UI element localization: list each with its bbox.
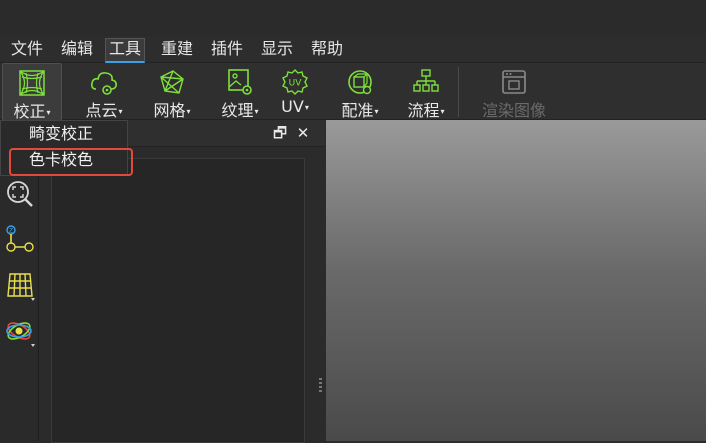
chevron-down-icon: ▾ — [304, 103, 309, 112]
uv-gear-icon: UV — [282, 69, 308, 95]
menu-display[interactable]: 显示 — [258, 38, 296, 60]
workflow-label: 流程 — [407, 101, 440, 120]
svg-text:Z: Z — [9, 228, 13, 235]
splitter-handle[interactable] — [319, 378, 322, 394]
uv-button[interactable]: UV UV▾ — [272, 63, 318, 119]
texture-label: 纹理 — [221, 101, 254, 120]
render-image-icon — [502, 70, 526, 94]
ribbon-toolbar: 校正▾ 点云▾ 网格▾ 纹理▾ UV UV▾ 配准▾ 流程▾ 渲染图像 — [0, 63, 706, 121]
ribbon-separator — [458, 67, 459, 117]
menu-bar: 文件 编辑 工具 重建 插件 显示 帮助 — [0, 36, 706, 63]
cloud-gear-icon — [91, 72, 117, 95]
orbit-icon[interactable] — [4, 316, 36, 348]
chevron-down-icon: ▾ — [374, 107, 379, 116]
texture-button[interactable]: 纹理▾ — [214, 63, 266, 120]
menu-file[interactable]: 文件 — [8, 38, 46, 60]
distortion-grid-icon — [19, 70, 45, 96]
chevron-down-icon: ▾ — [186, 107, 191, 116]
menu-item-distortion-correction[interactable]: 畸变校正 — [29, 122, 93, 146]
menu-help[interactable]: 帮助 — [308, 38, 346, 60]
point-cloud-label: 点云 — [85, 101, 118, 120]
correction-label: 校正 — [13, 102, 46, 121]
mesh-button[interactable]: 网格▾ — [146, 63, 198, 120]
svg-text:UV: UV — [289, 79, 303, 89]
highlight-box — [9, 148, 133, 176]
chevron-down-icon: ▾ — [46, 108, 51, 117]
render-image-label: 渲染图像 — [481, 101, 546, 120]
render-image-button[interactable]: 渲染图像 — [472, 63, 556, 120]
registration-label: 配准 — [341, 101, 374, 120]
restore-icon[interactable]: 🗗 — [271, 124, 289, 142]
panel-content — [51, 158, 305, 443]
zoom-fit-icon[interactable] — [4, 178, 36, 210]
workflow-button[interactable]: 流程▾ — [400, 63, 452, 120]
uv-label: UV — [281, 97, 304, 116]
texture-image-gear-icon — [228, 69, 252, 95]
close-icon[interactable]: ✕ — [294, 124, 312, 142]
registration-icon — [348, 70, 372, 95]
chevron-down-icon: ▾ — [254, 107, 259, 116]
menu-plugins[interactable]: 插件 — [208, 38, 246, 60]
correction-button[interactable]: 校正▾ — [2, 63, 62, 121]
mesh-label: 网格 — [153, 101, 186, 120]
workflow-icon — [413, 69, 439, 92]
title-bar — [0, 0, 706, 36]
menu-edit[interactable]: 编辑 — [58, 38, 96, 60]
axis-icon[interactable]: Z — [4, 224, 36, 256]
menu-rebuild[interactable]: 重建 — [158, 38, 196, 60]
mesh-icon — [160, 70, 184, 94]
3d-viewport[interactable] — [326, 120, 706, 441]
chevron-down-icon: ▾ — [118, 107, 123, 116]
menu-tools[interactable]: 工具 — [105, 38, 146, 63]
chevron-down-icon: ▾ — [440, 107, 445, 116]
point-cloud-button[interactable]: 点云▾ — [78, 63, 130, 120]
grid-plane-icon[interactable] — [4, 270, 36, 302]
registration-button[interactable]: 配准▾ — [334, 63, 386, 120]
